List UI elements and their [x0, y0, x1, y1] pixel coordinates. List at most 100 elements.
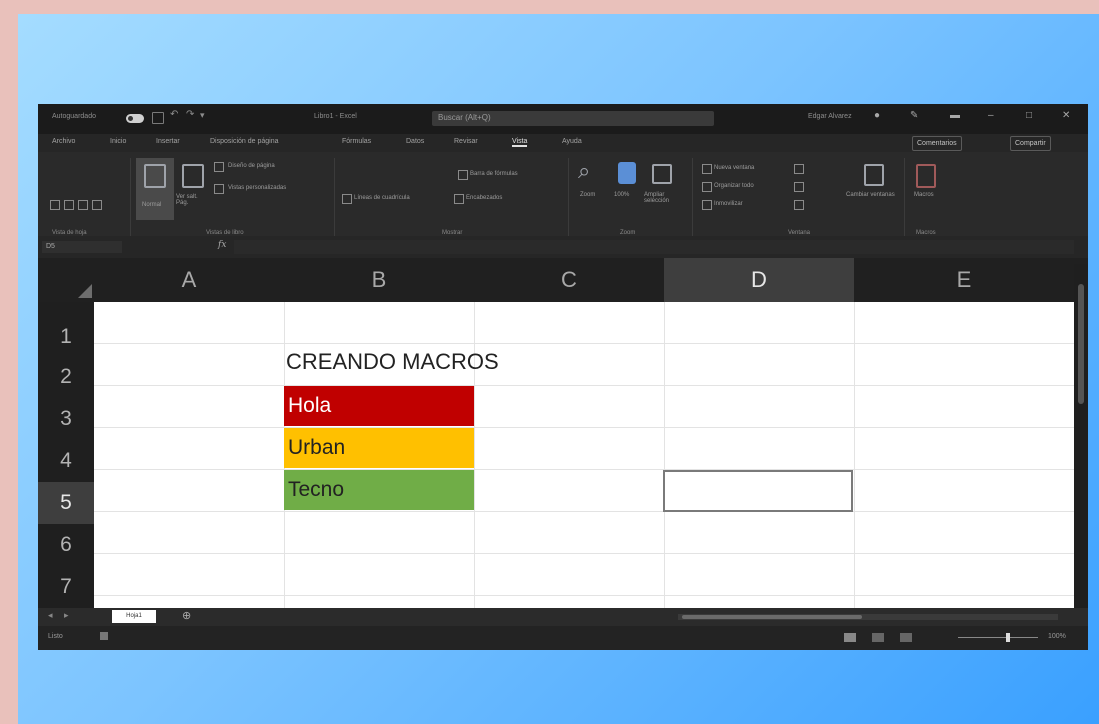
redo-icon[interactable]: ↷ [186, 109, 194, 120]
tab-scroll-right-icon[interactable]: ▸ [64, 610, 69, 621]
row-header-1[interactable]: 1 [38, 316, 94, 358]
gridlines-checkbox[interactable] [342, 194, 352, 204]
title-bar: Autoguardado ↶ ↷ ▾ Libro1 - Excel Buscar… [38, 104, 1088, 134]
zoom-slider-thumb[interactable] [1006, 633, 1010, 642]
normal-view-button[interactable]: Normal [136, 158, 174, 220]
macros-label[interactable]: Macros [914, 192, 934, 198]
custom-views-label[interactable]: Vistas personalizadas [228, 185, 286, 191]
row-header-2[interactable]: 2 [38, 356, 94, 398]
normal-view-icon [144, 164, 166, 188]
zoom-100-icon[interactable] [618, 162, 636, 184]
share-button[interactable]: Compartir [1010, 136, 1051, 151]
tab-revisar[interactable]: Revisar [454, 138, 478, 145]
custom-views-icon[interactable] [214, 184, 224, 194]
cell-b5[interactable]: Tecno [284, 470, 474, 510]
sheet-view-exit-icon[interactable] [64, 200, 74, 210]
horizontal-scrollbar[interactable] [678, 614, 1058, 620]
tab-ayuda[interactable]: Ayuda [562, 138, 582, 145]
row-header-4[interactable]: 4 [38, 440, 94, 482]
tab-archivo[interactable]: Archivo [52, 138, 75, 145]
save-icon[interactable] [152, 112, 164, 124]
zoom-icon[interactable]: ⌕ [578, 158, 590, 184]
tab-formulas[interactable]: Fórmulas [342, 138, 371, 145]
column-header-d[interactable]: D [664, 258, 854, 302]
column-header-a[interactable]: A [94, 258, 284, 302]
tab-datos[interactable]: Datos [406, 138, 424, 145]
cell-b2[interactable]: CREANDO MACROS [286, 349, 499, 375]
undo-icon[interactable]: ↶ [170, 109, 178, 120]
tab-insertar[interactable]: Insertar [156, 138, 180, 145]
column-header-b[interactable]: B [284, 258, 474, 302]
add-sheet-icon[interactable]: ⊕ [182, 609, 191, 622]
row-header-7[interactable]: 7 [38, 566, 94, 608]
minimize-icon[interactable]: – [988, 110, 994, 121]
switch-windows-icon[interactable] [864, 164, 884, 186]
zoom-100-label: 100% [614, 192, 630, 198]
vertical-scrollbar[interactable] [1074, 264, 1088, 614]
excel-window: Autoguardado ↶ ↷ ▾ Libro1 - Excel Buscar… [38, 104, 1088, 650]
page-break-status-icon[interactable] [900, 633, 912, 642]
switch-windows-label: Cambiar ventanas [846, 192, 895, 198]
accessibility-icon[interactable] [100, 632, 108, 640]
new-window-label[interactable]: Nueva ventana [714, 165, 754, 171]
tab-inicio[interactable]: Inicio [110, 138, 126, 145]
new-window-icon[interactable] [702, 164, 712, 174]
arrange-all-icon[interactable] [702, 182, 712, 192]
formula-input[interactable] [234, 240, 1074, 254]
zoom-selection-icon[interactable] [652, 164, 672, 184]
page-layout-status-icon[interactable] [872, 633, 884, 642]
tab-disposicion[interactable]: Disposición de página [210, 138, 279, 145]
page-layout-icon[interactable] [214, 162, 224, 172]
arrange-all-label[interactable]: Organizar todo [714, 183, 754, 189]
unhide-icon[interactable] [794, 200, 804, 210]
freeze-panes-label[interactable]: Inmovilizar [714, 201, 743, 207]
sheet-view-keep-icon[interactable] [50, 200, 60, 210]
hide-icon[interactable] [794, 182, 804, 192]
fx-icon[interactable]: fx [218, 240, 226, 250]
comments-button[interactable]: Comentarios [912, 136, 962, 151]
sheet-tab-hoja1[interactable]: Hoja1 [112, 610, 156, 623]
tab-scroll-left-icon[interactable]: ◂ [48, 610, 53, 621]
macros-icon[interactable] [916, 164, 936, 188]
user-name[interactable]: Edgar Alvarez [808, 113, 852, 120]
normal-view-label: Normal [142, 202, 162, 208]
select-all-button[interactable] [78, 284, 92, 298]
page-break-icon[interactable] [182, 164, 204, 188]
close-icon[interactable]: ✕ [1062, 110, 1070, 121]
sheet-view-new-icon[interactable] [78, 200, 88, 210]
ribbon-display-icon[interactable]: ▬ [950, 110, 960, 121]
ribbon-separator [568, 158, 569, 236]
cell-b4[interactable]: Urban [284, 428, 474, 468]
row-header-6[interactable]: 6 [38, 524, 94, 566]
worksheet-grid[interactable]: CREANDO MACROS Hola Urban Tecno [94, 302, 1074, 608]
tab-vista[interactable]: Vista [512, 138, 528, 147]
zoom-slider-track[interactable] [958, 637, 1038, 638]
cell-b3[interactable]: Hola [284, 386, 474, 426]
gridline [474, 302, 475, 608]
split-icon[interactable] [794, 164, 804, 174]
freeze-panes-icon[interactable] [702, 200, 712, 210]
formula-bar-checkbox[interactable] [458, 170, 468, 180]
horizontal-scroll-thumb[interactable] [682, 615, 862, 619]
row-header-3[interactable]: 3 [38, 398, 94, 440]
user-avatar-icon[interactable]: ● [874, 110, 880, 121]
pen-icon[interactable]: ✎ [910, 110, 918, 121]
active-cell-d5[interactable] [663, 470, 853, 512]
column-header-e[interactable]: E [854, 258, 1074, 302]
page-layout-label[interactable]: Diseño de página [228, 163, 275, 169]
row-header-5[interactable]: 5 [38, 482, 94, 524]
autosave-toggle[interactable] [126, 114, 144, 123]
vertical-scroll-thumb[interactable] [1078, 284, 1084, 404]
column-header-c[interactable]: C [474, 258, 664, 302]
maximize-icon[interactable]: □ [1026, 110, 1032, 121]
normal-view-status-icon[interactable] [844, 633, 856, 642]
ribbon-separator [130, 158, 131, 236]
qat-customize-icon[interactable]: ▾ [200, 110, 205, 121]
autosave-label: Autoguardado [52, 113, 96, 120]
zoom-level[interactable]: 100% [1048, 633, 1066, 640]
name-box[interactable]: D5 [42, 241, 122, 253]
column-headers: A B C D E [38, 258, 1088, 302]
headings-checkbox[interactable] [454, 194, 464, 204]
sheet-view-options-icon[interactable] [92, 200, 102, 210]
search-box[interactable]: Buscar (Alt+Q) [432, 111, 714, 126]
